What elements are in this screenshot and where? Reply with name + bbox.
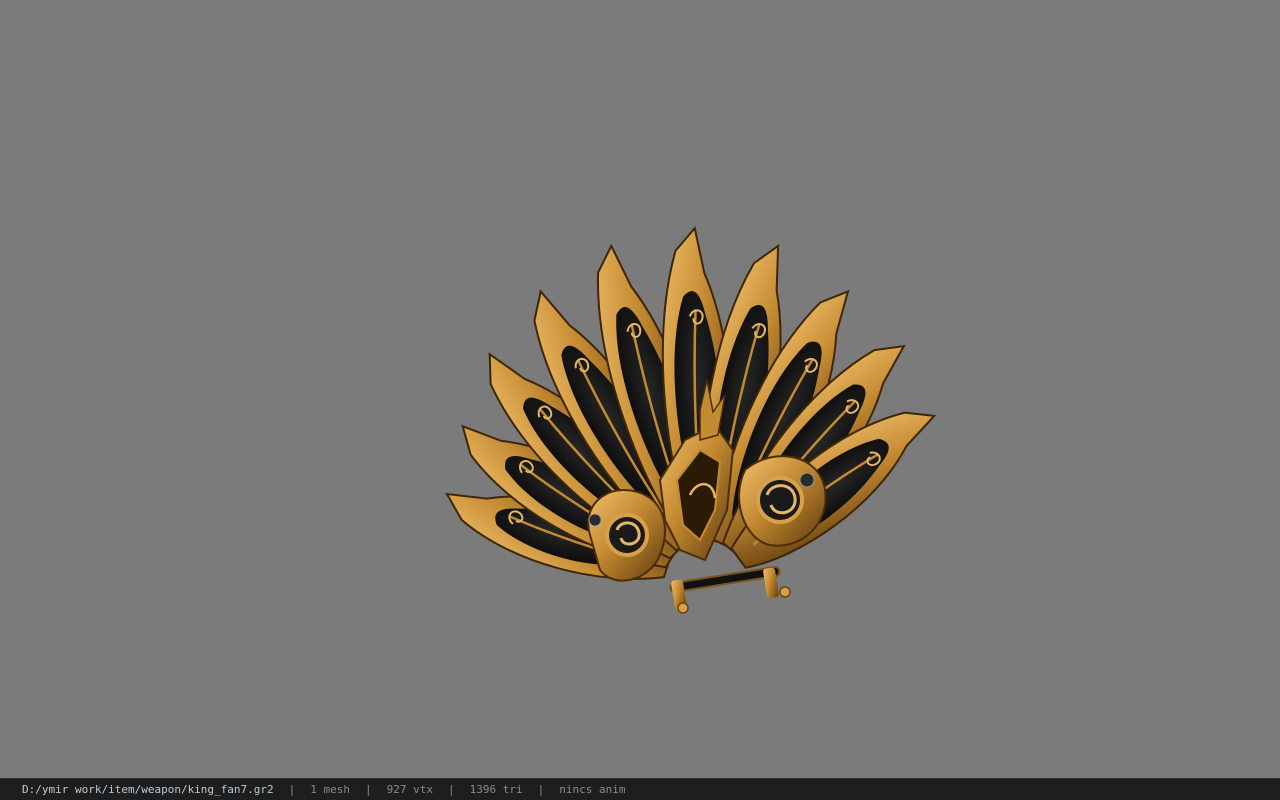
triangle-count: 1396 tri <box>469 783 523 796</box>
status-separator: | <box>288 783 296 796</box>
status-separator: | <box>365 783 372 796</box>
king-fan-model <box>445 225 937 614</box>
fan-handle <box>669 566 791 614</box>
3d-viewport[interactable] <box>0 0 1280 778</box>
status-separator: | <box>448 783 455 796</box>
status-bar: D:/ymir work/item/weapon/king_fan7.gr2 | 1… <box>0 778 1280 800</box>
vertex-count: 927 vtx <box>386 783 434 796</box>
file-path: D:/ymir work/item/weapon/king_fan7.gr2 <box>22 783 274 796</box>
animation-status: nincs anim <box>559 783 626 796</box>
status-separator: | <box>537 783 545 796</box>
mesh-count: 1 mesh <box>310 783 351 796</box>
